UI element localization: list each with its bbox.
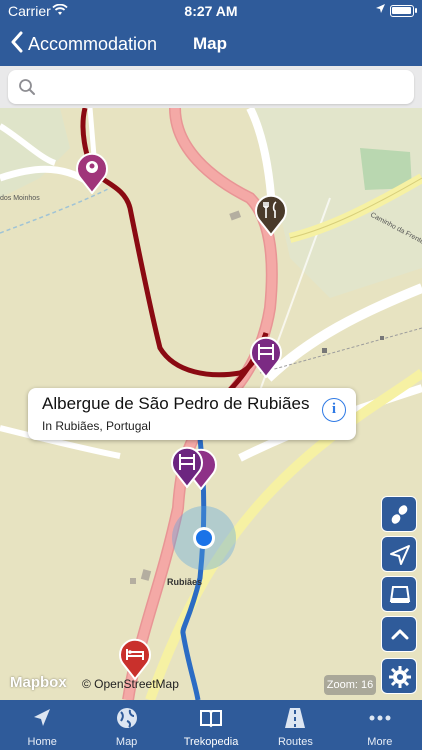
- home-arrow-icon: [34, 709, 51, 726]
- chevron-up-icon: [391, 629, 409, 640]
- callout-title: Albergue de São Pedro de Rubiães: [42, 394, 310, 413]
- road-icon: [389, 586, 411, 603]
- search-icon: [18, 78, 36, 96]
- bed-pin-icon[interactable]: [118, 638, 152, 681]
- mapbox-logo[interactable]: Mapbox: [10, 674, 67, 691]
- tab-label: Routes: [277, 736, 313, 748]
- accommodation-pin-icon[interactable]: [249, 336, 283, 379]
- status-time: 8:27 AM: [184, 3, 238, 19]
- tab-home[interactable]: Home: [0, 700, 84, 750]
- top-bar: Carrier 8:27 AM Accommodation Map: [0, 0, 422, 66]
- road-button[interactable]: [381, 576, 417, 612]
- tab-label: Map: [115, 736, 138, 748]
- footprints-button[interactable]: [381, 496, 417, 532]
- search-input[interactable]: [44, 76, 404, 98]
- tab-trekopedia[interactable]: Trekopedia: [169, 700, 253, 750]
- callout-subtitle: In Rubiães, Portugal: [42, 419, 151, 433]
- collapse-button[interactable]: [381, 616, 417, 652]
- search-bar-container: [0, 66, 422, 108]
- more-icon: [369, 715, 391, 721]
- navigate-icon: [390, 545, 410, 565]
- back-label: Accommodation: [28, 33, 158, 54]
- navigate-button[interactable]: [381, 536, 417, 572]
- osm-attribution[interactable]: © OpenStreetMap: [82, 677, 179, 691]
- settings-icon: [389, 666, 411, 688]
- back-button[interactable]: Accommodation: [10, 31, 157, 57]
- tab-label: More: [367, 736, 393, 748]
- place-label-moinhos: dos Moinhos: [0, 195, 40, 202]
- book-icon: [200, 710, 223, 728]
- info-icon[interactable]: i: [322, 398, 346, 422]
- map-view[interactable]: dos Moinhos Caminho da Frente Rubiães Al…: [0, 108, 422, 700]
- location-services-icon: [375, 3, 386, 17]
- chevron-left-icon: [10, 31, 24, 57]
- footprints-icon: [391, 505, 408, 524]
- search-bar[interactable]: [8, 70, 414, 104]
- place-label-rubiaes: Rubiães: [167, 577, 203, 587]
- tab-label: Home: [27, 736, 57, 748]
- battery-icon: [390, 5, 417, 17]
- tab-more[interactable]: More: [338, 700, 422, 750]
- restaurant-pin-icon[interactable]: [254, 194, 288, 237]
- zoom-level: Zoom: 16: [324, 675, 376, 695]
- tab-map[interactable]: Map: [84, 700, 168, 750]
- navigation-bar: Accommodation Map: [0, 22, 422, 66]
- tab-label: Trekopedia: [183, 736, 239, 748]
- place-callout[interactable]: Albergue de São Pedro de Rubiães In Rubi…: [28, 388, 356, 440]
- location-pin-icon[interactable]: [75, 152, 109, 195]
- selected-accommodation-pin-icon[interactable]: [170, 446, 204, 489]
- tab-routes[interactable]: Routes: [253, 700, 337, 750]
- status-bar: Carrier 8:27 AM: [0, 0, 422, 22]
- routes-icon: [285, 708, 306, 728]
- user-location-indicator: [172, 506, 236, 570]
- settings-button[interactable]: [381, 658, 417, 694]
- tab-bar: Home Map Trekopedia Routes More: [0, 700, 422, 750]
- globe-icon: [116, 708, 137, 728]
- page-title: Map: [193, 34, 227, 53]
